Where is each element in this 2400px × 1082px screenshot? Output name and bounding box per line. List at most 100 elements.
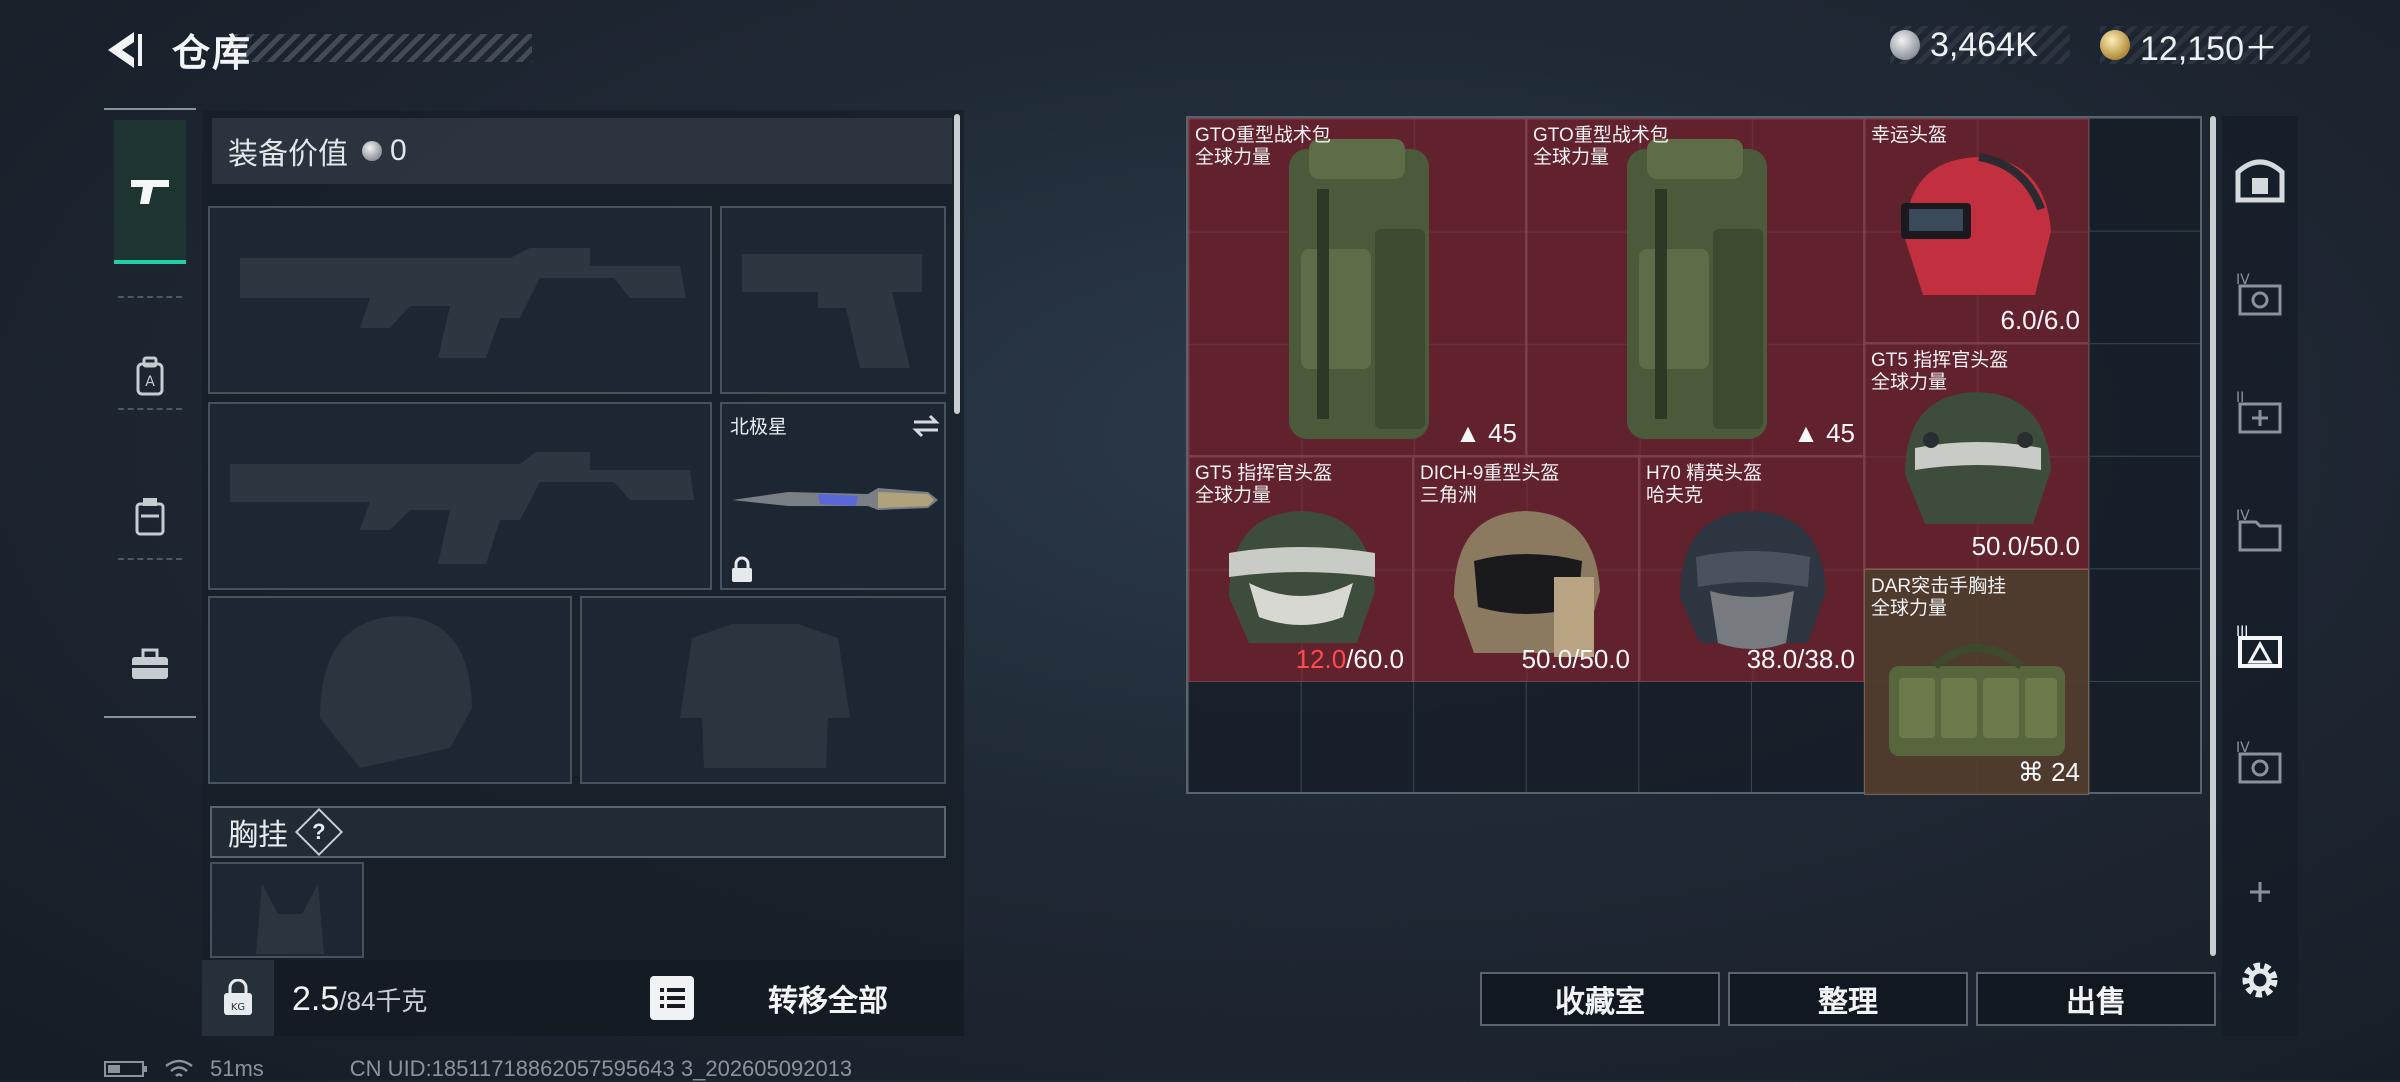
rifle-silhouette-icon <box>230 452 694 564</box>
help-icon[interactable]: ? <box>294 807 344 857</box>
pistol-silhouette-icon <box>742 254 922 368</box>
gold-coin-icon <box>2100 30 2130 60</box>
item-brand: 三角洲 <box>1420 485 1478 506</box>
item-durability: 38.0/38.0 <box>1746 644 1855 674</box>
weight-max: /84千克 <box>339 986 428 1016</box>
armor-silhouette-icon <box>680 624 850 768</box>
weight-lock-icon: KG <box>224 979 252 1015</box>
page-title: 仓库 <box>172 33 253 75</box>
item-name: DAR突击手胸挂 <box>1871 576 2007 597</box>
chest-rig-slot[interactable] <box>210 862 364 958</box>
equipment-value-row: 装备价值 0 <box>212 118 952 184</box>
add-icon[interactable] <box>2230 862 2290 922</box>
item-card[interactable]: GTO重型战术包 全球力量 ▲ 45 <box>1526 118 1864 456</box>
melee-name: 北极星 <box>730 417 788 438</box>
item-name: GT5 指挥官头盔 <box>1871 350 2009 371</box>
storage-grid: GTO重型战术包 全球力量 ▲ 45 GTO重型战术包 全球力量 ▲ 45 幸运头盔 <box>1186 116 2202 795</box>
item-name: H70 精英头盔 <box>1646 463 1763 484</box>
body-armor-slot[interactable] <box>580 596 946 784</box>
container-sidebar: IV II IV III IV <box>2222 116 2298 1036</box>
grid-scrollbar[interactable] <box>2210 116 2216 956</box>
backpack-icon <box>1289 139 1429 439</box>
tab-backpack[interactable]: A <box>114 306 186 446</box>
pistol-icon <box>131 180 169 204</box>
silver-currency[interactable]: 3,464K <box>1890 26 2070 64</box>
list-view-button[interactable] <box>650 976 694 1020</box>
equipment-value: 0 <box>390 134 407 167</box>
chest-rig-label: 胸挂 <box>228 819 288 852</box>
container-iv-icon[interactable]: IV <box>2230 264 2290 324</box>
item-durability: 6.0/6.0 <box>2000 305 2080 335</box>
container-iv-folder-icon[interactable]: IV <box>2230 500 2290 560</box>
item-card[interactable]: GT5 指挥官头盔 全球力量 50.0/50.0 <box>1864 343 2089 569</box>
item-durability: 50.0/50.0 <box>1521 644 1630 674</box>
item-card[interactable]: DICH-9重型头盔 三角洲 50.0/50.0 <box>1413 456 1639 682</box>
settings-icon[interactable] <box>2230 950 2290 1010</box>
item-name: GT5 指挥官头盔 <box>1195 463 1333 484</box>
item-name: GTO重型战术包 <box>1533 125 1669 146</box>
item-card[interactable]: GT5 指挥官头盔 全球力量 12.0/60.0 <box>1188 456 1413 682</box>
capacity-icon: ▲ <box>1455 418 1489 448</box>
ping: 51ms <box>210 1056 264 1081</box>
sort-button[interactable]: 整理 <box>1728 972 1968 1026</box>
sell-button[interactable]: 出售 <box>1976 972 2216 1026</box>
silver-amount: 3,464K <box>1930 25 2038 64</box>
player-uid: CN UID:18511718862057595643 3_2026050920… <box>349 1056 853 1081</box>
item-brand: 全球力量 <box>1871 372 1948 393</box>
container-iii-active-icon[interactable]: III <box>2230 616 2290 676</box>
transfer-all-button[interactable]: 转移全部 <box>700 966 956 1030</box>
svg-text:KG: KG <box>231 1002 245 1013</box>
tab-toolbox[interactable] <box>114 594 186 734</box>
helmet-silhouette-icon <box>320 616 472 768</box>
item-capacity: 45 <box>1488 418 1517 448</box>
title-decoration <box>232 34 532 62</box>
carry-weight: 2.5/84千克 <box>292 980 427 1019</box>
swap-icon[interactable] <box>912 414 940 438</box>
weight-current: 2.5 <box>292 980 340 1018</box>
collection-room-button[interactable]: 收藏室 <box>1480 972 1720 1026</box>
left-tab-bar: A <box>104 108 196 718</box>
item-brand: 全球力量 <box>1871 598 1948 619</box>
item-brand: 全球力量 <box>1195 147 1272 168</box>
tab-storage[interactable] <box>114 446 186 586</box>
silver-coin-icon <box>1890 30 1920 60</box>
silver-coin-icon <box>362 141 382 161</box>
backpack-icon <box>1627 139 1767 439</box>
item-card[interactable]: 幸运头盔 6.0/6.0 <box>1864 118 2089 343</box>
capacity-icon: ▲ <box>1793 418 1827 448</box>
storage-case-icon <box>135 498 165 536</box>
tab-weapons[interactable] <box>114 120 186 264</box>
primary-weapon-slot[interactable] <box>208 206 712 394</box>
knife-icon <box>732 488 938 510</box>
chest-rig-header: 胸挂 ? <box>210 806 946 858</box>
item-brand: 全球力量 <box>1533 147 1610 168</box>
battery-icon <box>104 1061 147 1077</box>
gold-currency[interactable]: 12,150＋ <box>2100 26 2310 68</box>
back-arrow-icon[interactable] <box>100 26 148 74</box>
svg-text:A: A <box>145 374 155 390</box>
backpack-icon: A <box>136 356 164 396</box>
vest-silhouette-icon <box>256 884 324 954</box>
item-durability-low: 12.0 <box>1295 644 1347 674</box>
safe-box-icon[interactable] <box>2230 148 2290 208</box>
container-ii-add-icon[interactable]: II <box>2230 382 2290 442</box>
list-icon <box>660 988 685 1008</box>
item-card[interactable]: H70 精英头盔 哈夫克 38.0/38.0 <box>1639 456 1864 682</box>
equipment-scrollbar[interactable] <box>954 114 960 414</box>
secondary-weapon-slot[interactable] <box>720 206 946 394</box>
item-durability: 50.0/50.0 <box>1971 531 2080 561</box>
helmet-slot[interactable] <box>208 596 572 784</box>
item-name: DICH-9重型头盔 <box>1420 463 1560 484</box>
item-capacity: 24 <box>2051 757 2080 787</box>
secondary-rifle-slot[interactable] <box>208 402 712 590</box>
toolbox-icon <box>132 648 168 679</box>
weight-lock-button[interactable]: KG <box>202 960 274 1036</box>
melee-slot[interactable]: 北极星 <box>720 402 946 590</box>
status-bar: 51ms CN UID:18511718862057595643 3_20260… <box>104 1056 852 1082</box>
lock-icon <box>732 556 752 582</box>
item-card[interactable]: GTO重型战术包 全球力量 ▲ 45 <box>1188 118 1526 456</box>
container-iv-icon[interactable]: IV <box>2230 732 2290 792</box>
wifi-icon <box>165 1059 193 1077</box>
item-card[interactable]: DAR突击手胸挂 全球力量 ⌘ 24 <box>1864 569 2089 795</box>
gold-amount: 12,150＋ <box>2140 29 2278 68</box>
